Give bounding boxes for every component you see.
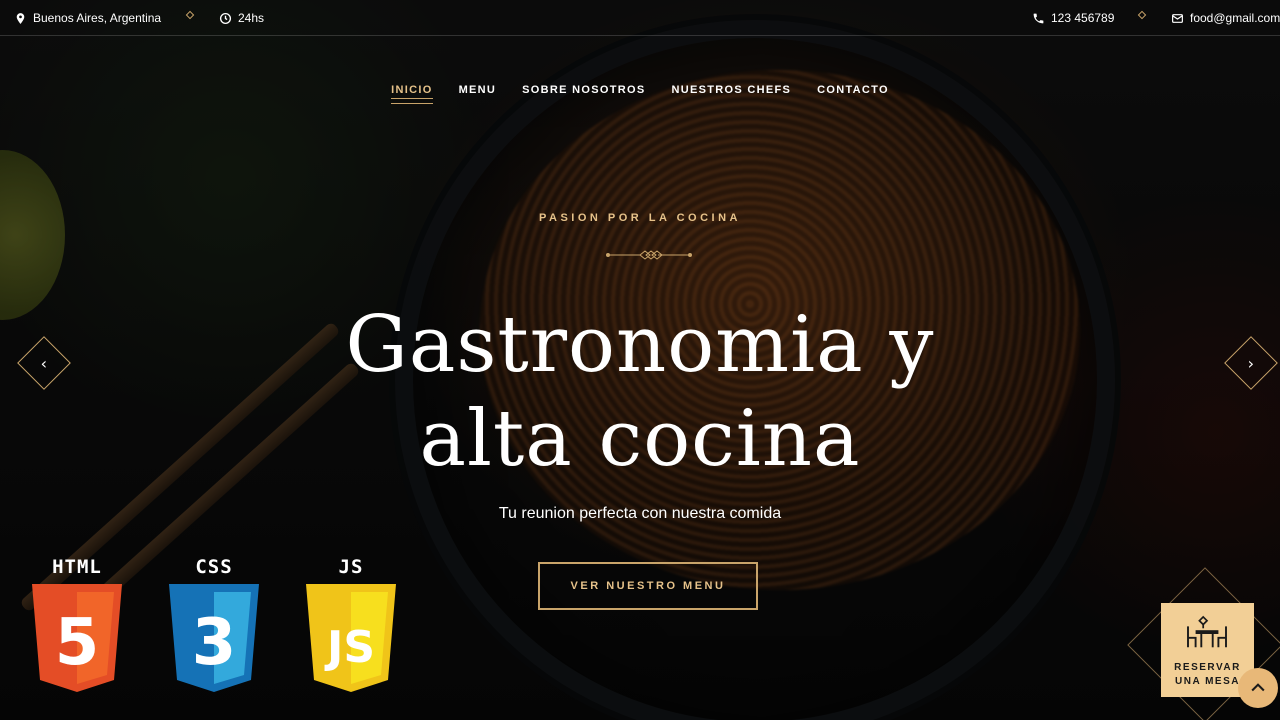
hero-title: Gastronomia y alta cocina [0, 298, 1280, 486]
css-label: CSS [195, 556, 233, 578]
hero-subtitle: Tu reunion perfecta con nuestra comida [498, 505, 782, 522]
chevron-right-icon: › [1247, 353, 1255, 373]
css3-badge: CSS 3 [164, 556, 264, 696]
nav-item-nuestros-chefs[interactable]: NUESTROS CHEFS [671, 84, 791, 104]
location-text: Buenos Aires, Argentina [33, 11, 162, 25]
mail-icon [1172, 13, 1183, 23]
nav-item-contacto[interactable]: CONTACTO [817, 84, 889, 104]
html-label: HTML [52, 556, 102, 578]
css3-digit: 3 [192, 606, 237, 680]
nav-item-sobre-nosotros[interactable]: SOBRE NOSOTROS [522, 84, 645, 104]
dining-table-icon [1187, 615, 1227, 648]
top-info-bar: Buenos Aires, Argentina 24hs 123 456789 … [0, 0, 1280, 36]
js-badge: JS JS [301, 556, 401, 696]
email-info[interactable]: food@gmail.com [1171, 0, 1280, 36]
phone-icon [1033, 13, 1044, 23]
email-text: food@gmail.com [1190, 11, 1280, 25]
hours-info: 24hs [219, 0, 264, 36]
separator-diamond [185, 10, 195, 20]
location-info: Buenos Aires, Argentina [14, 0, 161, 36]
html5-digit: 5 [55, 606, 100, 680]
hero-title-line1: Gastronomia y [345, 300, 935, 390]
phone-info[interactable]: 123 456789 [1032, 0, 1114, 36]
js-digit: JS [324, 622, 375, 673]
phone-text: 123 456789 [1051, 11, 1115, 25]
css3-icon: 3 [169, 584, 259, 692]
view-menu-button[interactable]: VER NUESTRO MENU [538, 562, 758, 610]
js-label: JS [338, 556, 364, 578]
hero-eyebrow: PASION POR LA COCINA [538, 212, 741, 224]
html5-icon: 5 [32, 584, 122, 692]
hours-text: 24hs [238, 11, 265, 25]
scroll-to-top-button[interactable] [1238, 668, 1278, 708]
separator-diamond [1137, 10, 1147, 20]
reserve-line2: UNA MESA [1175, 676, 1240, 687]
reserve-line1: RESERVAR [1174, 662, 1241, 673]
hero-title-line2: alta cocina [419, 394, 861, 484]
main-nav: INICIO MENU SOBRE NOSOTROS NUESTROS CHEF… [0, 84, 1280, 104]
chevron-left-icon: ‹ [40, 353, 48, 373]
divider-ornament-icon [606, 250, 692, 260]
html5-badge: HTML 5 [27, 556, 127, 696]
chevron-up-icon [1251, 683, 1265, 692]
js-icon: JS [306, 584, 396, 692]
nav-item-inicio[interactable]: INICIO [391, 84, 433, 104]
clock-icon [219, 12, 232, 24]
map-pin-icon [16, 12, 25, 24]
nav-item-menu[interactable]: MENU [459, 84, 497, 104]
